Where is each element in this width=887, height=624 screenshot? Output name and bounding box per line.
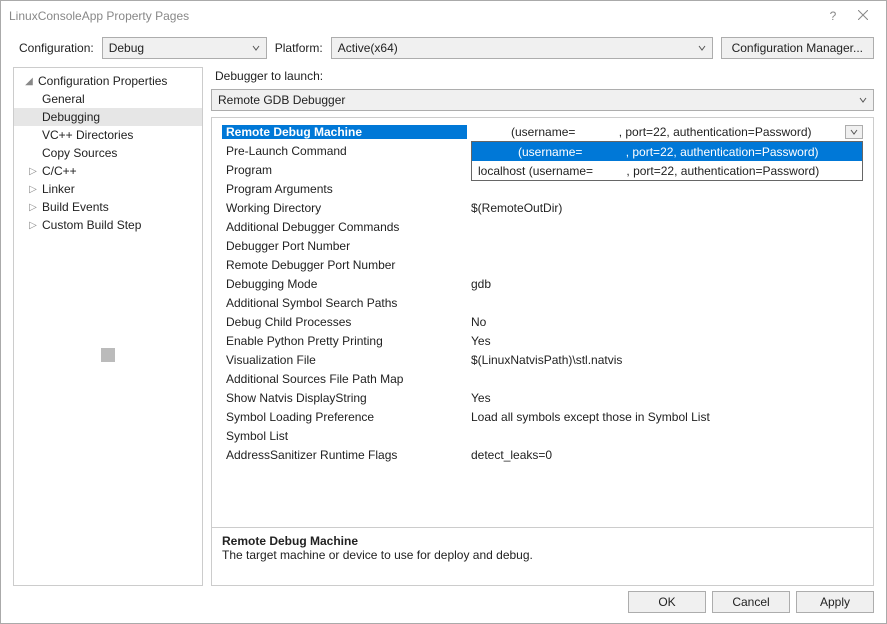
expand-icon: ▷ bbox=[26, 184, 40, 195]
chevron-down-icon bbox=[698, 41, 706, 55]
ok-button[interactable]: OK bbox=[628, 591, 706, 613]
property-value[interactable]: $(RemoteOutDir) bbox=[467, 201, 863, 215]
tree-node-debugging[interactable]: Debugging bbox=[14, 108, 202, 126]
tree-node-copy-sources[interactable]: Copy Sources bbox=[14, 144, 202, 162]
property-key: Visualization File bbox=[222, 353, 467, 367]
close-icon[interactable] bbox=[848, 9, 878, 23]
configuration-label: Configuration: bbox=[19, 41, 94, 55]
property-key: Working Directory bbox=[222, 201, 467, 215]
property-key: Debugger Port Number bbox=[222, 239, 467, 253]
property-key: Debugging Mode bbox=[222, 277, 467, 291]
dialog-buttons: OK Cancel Apply bbox=[628, 591, 874, 613]
property-row[interactable]: Enable Python Pretty PrintingYes bbox=[222, 331, 863, 350]
property-row[interactable]: Visualization File$(LinuxNatvisPath)\stl… bbox=[222, 350, 863, 369]
property-row[interactable]: Remote Debug Machine (username= , port=2… bbox=[222, 122, 863, 141]
property-key: Debug Child Processes bbox=[222, 315, 467, 329]
configuration-manager-button[interactable]: Configuration Manager... bbox=[721, 37, 874, 59]
property-value[interactable]: (username= , port=22, authentication=Pas… bbox=[467, 125, 863, 139]
dropdown-list: (username= , port=22, authentication=Pas… bbox=[471, 141, 863, 181]
collapse-icon: ◢ bbox=[22, 76, 36, 87]
tree-node-cpp[interactable]: ▷C/C++ bbox=[14, 162, 202, 180]
property-value[interactable]: gdb bbox=[467, 277, 863, 291]
property-row[interactable]: Working Directory$(RemoteOutDir) bbox=[222, 198, 863, 217]
property-value[interactable]: detect_leaks=0 bbox=[467, 448, 863, 462]
dropdown-button[interactable] bbox=[845, 125, 863, 139]
property-value[interactable]: No bbox=[467, 315, 863, 329]
property-key: Symbol List bbox=[222, 429, 467, 443]
property-row[interactable]: Additional Symbol Search Paths bbox=[222, 293, 863, 312]
property-row[interactable]: Debug Child ProcessesNo bbox=[222, 312, 863, 331]
property-key: Program bbox=[222, 163, 467, 177]
property-row[interactable]: AddressSanitizer Runtime Flagsdetect_lea… bbox=[222, 445, 863, 464]
right-panel: Debugger to launch: Remote GDB Debugger … bbox=[211, 67, 874, 586]
apply-button[interactable]: Apply bbox=[796, 591, 874, 613]
property-row[interactable]: Symbol Loading PreferenceLoad all symbol… bbox=[222, 407, 863, 426]
debugger-launch-value: Remote GDB Debugger bbox=[218, 93, 345, 107]
tree-splitter-handle[interactable] bbox=[101, 348, 115, 362]
property-description: Remote Debug Machine The target machine … bbox=[212, 527, 873, 585]
property-row[interactable]: Symbol List bbox=[222, 426, 863, 445]
debugger-launch-combo[interactable]: Remote GDB Debugger bbox=[211, 89, 874, 111]
property-value[interactable]: Yes bbox=[467, 334, 863, 348]
property-row[interactable]: Show Natvis DisplayStringYes bbox=[222, 388, 863, 407]
configuration-combo[interactable]: Debug bbox=[102, 37, 267, 59]
config-tree: ◢Configuration Properties General Debugg… bbox=[13, 67, 203, 586]
expand-icon: ▷ bbox=[26, 166, 40, 177]
dropdown-option[interactable]: localhost (username= , port=22, authenti… bbox=[472, 161, 862, 180]
property-row[interactable]: Additional Debugger Commands bbox=[222, 217, 863, 236]
dropdown-option[interactable]: (username= , port=22, authentication=Pas… bbox=[472, 142, 862, 161]
tree-node-general[interactable]: General bbox=[14, 90, 202, 108]
property-row[interactable]: Debugger Port Number bbox=[222, 236, 863, 255]
main-area: ◢Configuration Properties General Debugg… bbox=[1, 67, 886, 592]
tree-node-vcpp[interactable]: VC++ Directories bbox=[14, 126, 202, 144]
tree-node-build-events[interactable]: ▷Build Events bbox=[14, 198, 202, 216]
property-key: Additional Sources File Path Map bbox=[222, 372, 467, 386]
configuration-value: Debug bbox=[109, 41, 144, 55]
property-value[interactable]: Yes bbox=[467, 391, 863, 405]
property-row[interactable]: Additional Sources File Path Map bbox=[222, 369, 863, 388]
property-value[interactable]: $(LinuxNatvisPath)\stl.natvis bbox=[467, 353, 863, 367]
help-icon[interactable]: ? bbox=[818, 9, 848, 23]
tree-node-custom-build[interactable]: ▷Custom Build Step bbox=[14, 216, 202, 234]
expand-icon: ▷ bbox=[26, 220, 40, 231]
property-row[interactable]: Debugging Modegdb bbox=[222, 274, 863, 293]
property-key: AddressSanitizer Runtime Flags bbox=[222, 448, 467, 462]
property-key: Remote Debug Machine bbox=[222, 125, 467, 139]
tree-node-linker[interactable]: ▷Linker bbox=[14, 180, 202, 198]
window-title: LinuxConsoleApp Property Pages bbox=[9, 9, 818, 23]
property-key: Show Natvis DisplayString bbox=[222, 391, 467, 405]
top-row: Configuration: Debug Platform: Active(x6… bbox=[1, 31, 886, 67]
property-grid: Remote Debug Machine (username= , port=2… bbox=[211, 117, 874, 586]
expand-icon: ▷ bbox=[26, 202, 40, 213]
cancel-button[interactable]: Cancel bbox=[712, 591, 790, 613]
property-key: Additional Debugger Commands bbox=[222, 220, 467, 234]
title-bar: LinuxConsoleApp Property Pages ? bbox=[1, 1, 886, 31]
debugger-launch-label: Debugger to launch: bbox=[211, 67, 874, 83]
property-description-title: Remote Debug Machine bbox=[222, 534, 863, 548]
property-row[interactable]: Program Arguments bbox=[222, 179, 863, 198]
chevron-down-icon bbox=[859, 93, 867, 107]
platform-combo[interactable]: Active(x64) bbox=[331, 37, 713, 59]
property-key: Pre-Launch Command bbox=[222, 144, 467, 158]
property-key: Program Arguments bbox=[222, 182, 467, 196]
property-key: Enable Python Pretty Printing bbox=[222, 334, 467, 348]
chevron-down-icon bbox=[252, 41, 260, 55]
platform-label: Platform: bbox=[275, 41, 323, 55]
platform-value: Active(x64) bbox=[338, 41, 398, 55]
tree-node-root[interactable]: ◢Configuration Properties bbox=[14, 72, 202, 90]
property-description-body: The target machine or device to use for … bbox=[222, 548, 863, 562]
property-value[interactable]: Load all symbols except those in Symbol … bbox=[467, 410, 863, 424]
property-row[interactable]: Remote Debugger Port Number bbox=[222, 255, 863, 274]
property-key: Symbol Loading Preference bbox=[222, 410, 467, 424]
property-key: Additional Symbol Search Paths bbox=[222, 296, 467, 310]
property-key: Remote Debugger Port Number bbox=[222, 258, 467, 272]
